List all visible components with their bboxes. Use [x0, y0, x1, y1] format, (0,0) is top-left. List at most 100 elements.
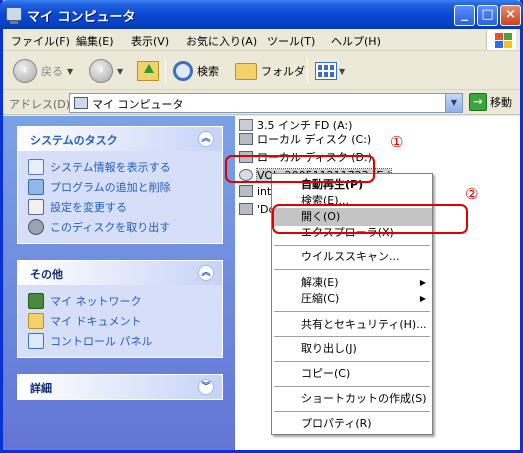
back-button[interactable]: ‹ 戻る ▼	[13, 57, 73, 85]
link-label: コントロール パネル	[50, 335, 153, 348]
menu-file[interactable]: ファイル(F)	[11, 33, 70, 49]
annotation-number-1: ①	[390, 133, 404, 151]
menu-item-compress[interactable]: 圧縮(C) ▶	[272, 290, 432, 308]
menu-item-copy[interactable]: コピー(C)	[272, 365, 432, 383]
task-change-settings[interactable]: 設定を変更する	[28, 197, 212, 217]
menu-separator	[274, 411, 430, 412]
menu-tools[interactable]: ツール(T)	[267, 33, 315, 49]
menu-separator	[274, 269, 430, 270]
my-computer-icon	[6, 7, 22, 24]
task-label: システム情報を表示する	[50, 161, 171, 174]
search-icon	[173, 61, 193, 81]
drive-label: ローカル ディスク (C:)	[257, 133, 372, 146]
address-value: マイ コンピュータ	[92, 98, 184, 111]
task-pane: システムのタスク ︽ システム情報を表示する プログラムの追加と削除 設定を変更…	[3, 116, 235, 450]
search-button[interactable]: 検索	[173, 57, 219, 85]
forward-arrow-icon: ›	[89, 59, 113, 83]
chevron-down-icon: ▼	[117, 66, 124, 76]
collapse-icon[interactable]: ︽	[198, 265, 214, 281]
folder-icon	[235, 62, 257, 80]
chevron-down-icon[interactable]: ▼	[445, 94, 462, 112]
task-eject-disk[interactable]: このディスクを取り出す	[28, 217, 212, 237]
window-title: マイ コンピュータ	[27, 10, 136, 25]
folders-button[interactable]: フォルダ	[235, 57, 305, 85]
menu-separator	[274, 245, 430, 246]
menu-item-eject[interactable]: 取り出し(J)	[272, 340, 432, 358]
address-label: アドレス(D)	[9, 98, 71, 111]
panel-header[interactable]: その他 ︽	[18, 261, 222, 285]
menu-item-virus-scan[interactable]: ウイルススキャン...	[272, 248, 432, 266]
toolbar-separator	[307, 58, 308, 84]
link-label: マイ ドキュメント	[50, 315, 142, 328]
system-tasks-panel: システムのタスク ︽ システム情報を表示する プログラムの追加と削除 設定を変更…	[17, 126, 223, 244]
go-label: 移動	[490, 96, 512, 109]
other-places-panel: その他 ︽ マイ ネットワーク マイ ドキュメント コントロール パネル	[17, 260, 223, 358]
up-folder-button[interactable]	[137, 57, 159, 85]
panel-title: システムのタスク	[30, 134, 118, 147]
up-folder-icon	[137, 61, 159, 81]
menu-item-create-shortcut[interactable]: ショートカットの作成(S)	[272, 390, 432, 408]
address-input[interactable]: マイ コンピュータ ▼	[69, 93, 463, 113]
menu-item-label: 解凍(E)	[301, 276, 339, 289]
go-button[interactable]: → 移動	[469, 93, 512, 111]
back-label: 戻る	[41, 65, 63, 78]
toolbar-separator	[165, 58, 166, 84]
menu-separator	[274, 336, 430, 337]
maximize-button[interactable]: □	[477, 5, 498, 26]
menu-edit[interactable]: 編集(E)	[76, 33, 114, 49]
menu-separator	[274, 311, 430, 312]
network-icon	[28, 293, 44, 309]
close-button[interactable]: ×	[500, 5, 521, 26]
annotation-box-1	[225, 155, 375, 183]
collapse-icon[interactable]: ︽	[198, 131, 214, 147]
windows-logo-icon	[486, 30, 516, 50]
task-label: このディスクを取り出す	[50, 221, 171, 234]
panel-title: その他	[30, 268, 63, 281]
link-label: マイ ネットワーク	[50, 295, 142, 308]
programs-icon	[28, 179, 44, 195]
menu-help[interactable]: ヘルプ(H)	[331, 33, 381, 49]
network-drive-icon	[239, 203, 253, 215]
details-panel: 詳細 ︾	[17, 374, 223, 400]
drive-c[interactable]: ローカル ディスク (C:)	[239, 130, 371, 148]
panel-header[interactable]: 詳細 ︾	[18, 375, 222, 399]
system-info-icon	[28, 159, 44, 175]
menu-item-label: 圧縮(C)	[301, 292, 340, 305]
folders-label: フォルダ	[261, 65, 305, 78]
menu-favorites[interactable]: お気に入り(A)	[186, 33, 257, 49]
toolbar: ‹ 戻る ▼ › ▼ 検索 フォルダ ▼	[3, 52, 520, 90]
documents-icon	[28, 313, 44, 329]
task-label: 設定を変更する	[50, 201, 127, 214]
task-view-system-info[interactable]: システム情報を表示する	[28, 157, 212, 177]
menu-separator	[274, 386, 430, 387]
title-bar[interactable]: マイ コンピュータ _ □ ×	[0, 0, 523, 29]
link-control-panel[interactable]: コントロール パネル	[28, 331, 212, 351]
hard-drive-icon	[239, 133, 253, 145]
panel-header[interactable]: システムのタスク ︽	[18, 127, 222, 151]
task-label: プログラムの追加と削除	[50, 181, 171, 194]
expand-icon[interactable]: ︾	[198, 379, 214, 395]
control-panel-icon	[28, 199, 44, 215]
search-label: 検索	[197, 65, 219, 78]
task-add-remove-programs[interactable]: プログラムの追加と削除	[28, 177, 212, 197]
menu-bar: ファイル(F) 編集(E) 表示(V) お気に入り(A) ツール(T) ヘルプ(…	[3, 29, 520, 51]
annotation-number-2: ②	[465, 185, 479, 203]
menu-separator	[274, 361, 430, 362]
link-my-documents[interactable]: マイ ドキュメント	[28, 311, 212, 331]
link-my-network[interactable]: マイ ネットワーク	[28, 291, 212, 311]
my-computer-icon	[74, 97, 88, 109]
address-bar: アドレス(D) マイ コンピュータ ▼ → 移動	[3, 91, 520, 115]
back-arrow-icon: ‹	[13, 59, 37, 83]
network-drive-icon	[239, 185, 253, 197]
menu-item-properties[interactable]: プロパティ(R)	[272, 415, 432, 433]
views-button[interactable]: ▼	[315, 57, 345, 85]
annotation-box-2	[272, 204, 468, 234]
menu-view[interactable]: 表示(V)	[131, 33, 169, 49]
chevron-down-icon: ▼	[339, 66, 346, 76]
eject-icon	[28, 219, 44, 235]
forward-button[interactable]: › ▼	[89, 57, 123, 85]
panel-title: 詳細	[30, 382, 52, 395]
go-arrow-icon: →	[469, 93, 487, 111]
menu-item-sharing[interactable]: 共有とセキュリティ(H)...	[272, 316, 432, 334]
minimize-button[interactable]: _	[454, 5, 475, 26]
